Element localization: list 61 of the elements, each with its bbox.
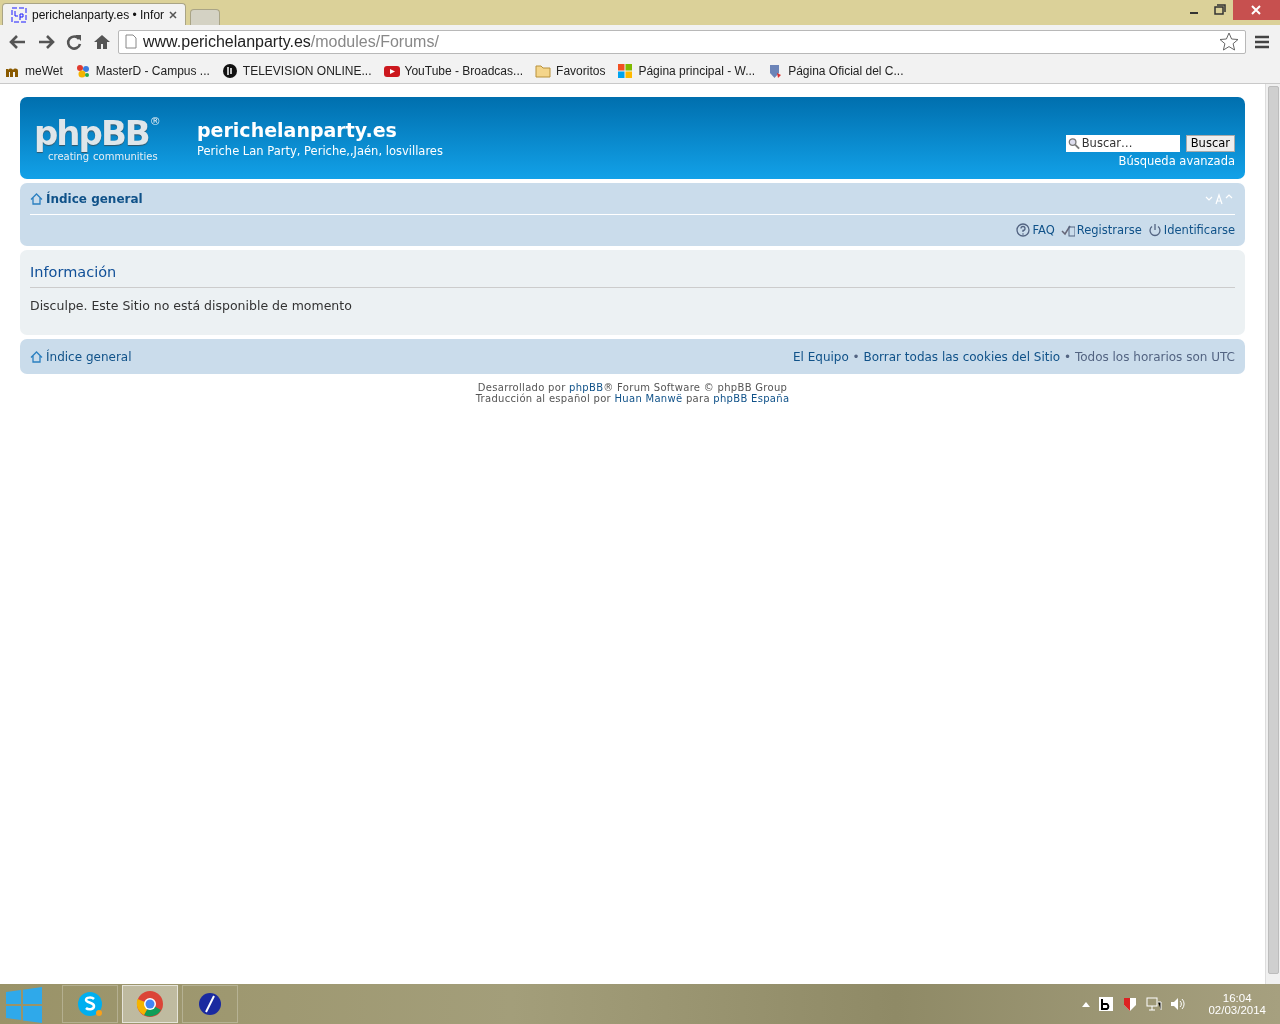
taskbar-button[interactable] — [122, 985, 178, 1023]
copyright-text: Traducción al español por Huan Manwë para phpBB España — [475, 393, 790, 404]
browser-tab[interactable]: perichelanparty.es • Infor — [2, 3, 187, 25]
footer-link[interactable]: phpBB — [569, 382, 604, 393]
address-bar[interactable]: www.perichelanparty.es/modules/Forums/ — [118, 29, 1246, 54]
taskbar-button[interactable] — [182, 985, 238, 1023]
footer-link[interactable]: phpBB España — [713, 393, 790, 404]
page-icon — [11, 6, 27, 23]
bookmark[interactable]: TELEVISION ONLINE... — [221, 62, 372, 79]
network-icon[interactable] — [1146, 996, 1163, 1012]
date-text: 02/03/2014 — [1208, 1004, 1266, 1016]
close-icon[interactable] — [169, 10, 178, 19]
registered-mark: ® — [149, 114, 161, 128]
home-icon — [30, 350, 43, 363]
panel-title: Información — [30, 250, 1235, 288]
time-text: 16:04 — [1222, 992, 1252, 1004]
nav-link[interactable]: Identificarse — [1163, 223, 1235, 237]
message-text: Disculpe. Este Sitio no está disponible de momento — [30, 298, 353, 313]
slash-circle-icon — [196, 990, 224, 1018]
up-caret-icon[interactable] — [1082, 1001, 1091, 1007]
windows-icon — [617, 62, 634, 79]
checklist-icon — [1060, 223, 1075, 237]
home-icon — [30, 192, 43, 205]
footer-link[interactable]: El Equipo — [792, 349, 849, 364]
power-icon — [1147, 223, 1162, 237]
bookmark[interactable]: YouTube - Broadcas... — [383, 62, 524, 79]
search-icon — [1067, 136, 1080, 150]
help-icon — [1016, 223, 1031, 237]
tv-icon — [221, 62, 238, 79]
skype-icon — [76, 990, 104, 1018]
nav-link[interactable]: Registrarse — [1076, 223, 1142, 237]
nav-link[interactable]: FAQ — [1032, 223, 1055, 237]
volume-icon[interactable] — [1170, 996, 1187, 1012]
footer-link[interactable]: Huan Manwë — [614, 393, 683, 404]
breadcrumb-link[interactable]: Índice general — [46, 349, 132, 364]
close-icon[interactable] — [1233, 0, 1280, 20]
logo-tagline: communities — [93, 150, 158, 162]
logo-wordmark: phpBB — [34, 114, 149, 151]
shield-icon[interactable] — [1122, 996, 1139, 1012]
footer-link[interactable]: Borrar todas las cookies del Sitio — [863, 349, 1061, 364]
page-icon — [125, 34, 137, 49]
search-box[interactable]: Buscar… — [1065, 134, 1180, 152]
bookmark[interactable]: Página principal - W... — [617, 62, 756, 79]
copyright-text: Desarrollado por phpBB® Forum Software © phpBB Group — [477, 382, 788, 393]
bookmark[interactable]: Página Oficial del C... — [767, 62, 904, 79]
footer-links-text: El Equipo • Borrar todas las cookies del Sitio • Todos los horarios son UTC — [792, 349, 1235, 364]
breadcrumb-link[interactable]: Índice general — [46, 191, 143, 206]
folder-icon — [535, 62, 552, 79]
taskbar-button[interactable] — [62, 985, 118, 1023]
bookmark[interactable]: MasterD - Campus ... — [74, 62, 210, 79]
browser-icon — [136, 990, 164, 1018]
search-button[interactable]: Buscar — [1185, 134, 1235, 152]
site-title: perichelanparty.es — [197, 118, 398, 141]
bookmark[interactable]: meWet — [4, 62, 63, 79]
scrollbar[interactable] — [1265, 84, 1280, 984]
search-field[interactable]: Buscar… — [1081, 136, 1178, 150]
site-description: Periche Lan Party, Periche,,Jaén, losvillares — [197, 143, 444, 158]
star-icon[interactable] — [1219, 31, 1239, 52]
app-tray-icon[interactable] — [1098, 996, 1115, 1012]
bookmark[interactable]: Favoritos — [535, 62, 606, 79]
people-icon — [74, 62, 91, 79]
